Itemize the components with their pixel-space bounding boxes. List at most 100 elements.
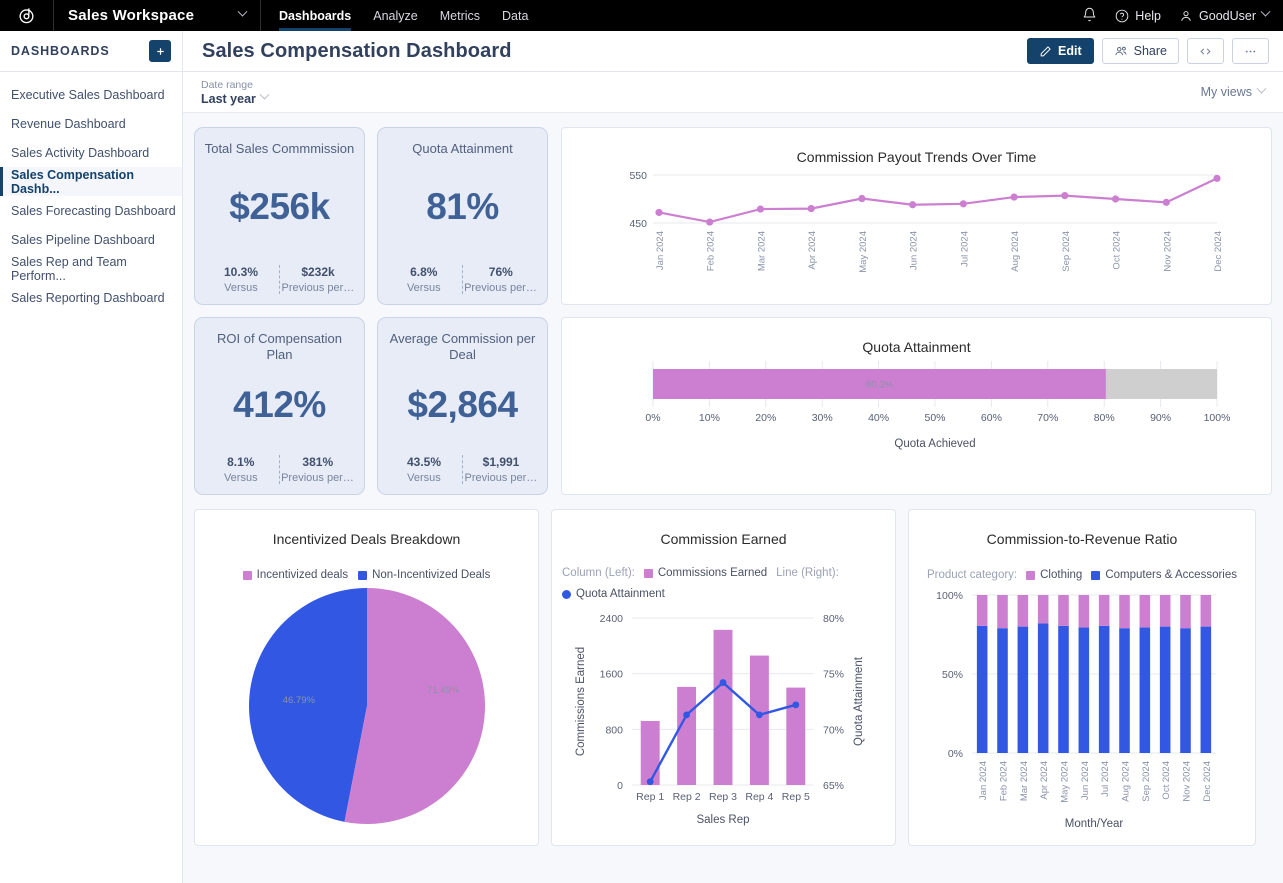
chevron-down-icon [239,10,246,21]
date-range-filter[interactable]: Date range Last year [201,79,268,106]
help-label: Help [1135,9,1161,23]
kpi-footer: 6.8% Versus 76% Previous period [386,257,539,294]
legend-item-quota-attainment[interactable]: Quota Attainment [562,588,665,600]
svg-text:Apr 2024: Apr 2024 [1039,761,1050,800]
sidebar-item-sales-reporting[interactable]: Sales Reporting Dashboard [0,283,182,312]
sidebar-item-revenue[interactable]: Revenue Dashboard [0,109,182,138]
gooddata-logo-icon [17,6,36,25]
svg-text:Commissions Earned: Commissions Earned [575,647,587,756]
dashboard-content: Date range Last year My views Total Sale… [183,72,1283,883]
svg-text:10%: 10% [698,412,719,424]
svg-text:Quota Achieved: Quota Achieved [894,438,975,450]
svg-text:Jan 2024: Jan 2024 [978,761,989,800]
kpi-title: Average Commission per Deal [386,331,539,364]
svg-text:Aug 2024: Aug 2024 [1120,761,1131,802]
svg-text:90%: 90% [1150,412,1171,424]
svg-text:Mar 2024: Mar 2024 [756,231,767,271]
kpi-row-1: Total Sales Commmission $256k 10.3% Vers… [194,127,549,305]
edit-button[interactable]: Edit [1027,38,1094,64]
notification-bell-icon[interactable] [1082,7,1097,25]
legend-item-commissions-earned[interactable]: Commissions Earned [644,567,767,579]
svg-text:100%: 100% [936,590,963,602]
sidebar-item-sales-pipeline[interactable]: Sales Pipeline Dashboard [0,225,182,254]
kpi-footer: 43.5% Versus $1,991 Previous peri... [386,447,539,484]
sidebar-item-sales-activity[interactable]: Sales Activity Dashboard [0,138,182,167]
widget-title: Incentivized Deals Breakdown [273,531,461,547]
people-icon [1114,44,1128,58]
user-menu[interactable]: GoodUser [1179,9,1269,23]
kpi-card-roi-compensation-plan[interactable]: ROI of Compensation Plan 412% 8.1% Versu… [194,317,365,495]
sidebar-item-sales-forecasting[interactable]: Sales Forecasting Dashboard [0,196,182,225]
kpi-compare: 76% Previous period [462,265,539,294]
svg-text:0%: 0% [947,748,962,760]
kpi-card-average-commission-per-deal[interactable]: Average Commission per Deal $2,864 43.5%… [377,317,548,495]
edit-label: Edit [1058,44,1082,58]
svg-text:Dec 2024: Dec 2024 [1201,761,1212,802]
right-charts-block: Commission Payout Trends Over Time 450 55… [561,127,1272,495]
share-button[interactable]: Share [1102,38,1179,64]
workspace-selector[interactable]: Sales Workspace [54,0,260,31]
svg-text:Nov 2024: Nov 2024 [1162,231,1173,272]
app-logo[interactable] [0,0,53,31]
widget-commission-earned[interactable]: Commission Earned Column (Left): Commiss… [551,509,896,846]
my-views-selector[interactable]: My views [1201,85,1265,99]
kpi-value: $2,864 [407,384,517,426]
legend-line-prefix: Line (Right): [776,567,839,579]
stacked-bar-chart: 0%50%100%Jan 2024Feb 2024Mar 2024Apr 202… [920,581,1245,831]
legend-item-non-incentivized[interactable]: Non-Incentivized Deals [358,569,490,581]
legend-item-incentivized[interactable]: Incentivized deals [243,569,348,581]
nav-item-data[interactable]: Data [502,0,528,31]
my-views-label: My views [1201,85,1252,99]
pie-chart: 46.79%71.49% [217,581,517,831]
svg-text:Jul 2024: Jul 2024 [1100,761,1111,797]
svg-text:450: 450 [629,218,647,230]
kpi-change: 6.8% Versus [386,265,462,294]
sidebar-item-sales-compensation[interactable]: Sales Compensation Dashb... [0,167,182,196]
svg-text:800: 800 [605,724,623,736]
svg-text:1600: 1600 [599,669,623,681]
combo-chart: 08001600240065%70%75%80%Rep 1Rep 2Rep 3R… [564,600,884,845]
widget-commission-payout-trends[interactable]: Commission Payout Trends Over Time 450 55… [561,127,1272,305]
svg-text:Aug 2024: Aug 2024 [1010,231,1021,272]
top-navigation-bar: Sales Workspace Dashboards Analyze Metri… [0,0,1283,31]
legend-swatch [1091,571,1100,580]
kpi-change: 10.3% Versus [203,265,279,294]
svg-text:May 2024: May 2024 [857,231,868,273]
widget-title: Commission Payout Trends Over Time [797,149,1037,165]
legend-item-clothing[interactable]: Clothing [1026,569,1082,581]
svg-text:30%: 30% [811,412,832,424]
svg-text:Dec 2024: Dec 2024 [1213,231,1224,272]
widget-incentivized-deals-breakdown[interactable]: Incentivized Deals Breakdown Incentivize… [194,509,539,846]
widget-commission-to-revenue-ratio[interactable]: Commission-to-Revenue Ratio Product cate… [908,509,1256,846]
add-dashboard-button[interactable] [149,40,171,62]
kpi-change: 43.5% Versus [386,455,462,484]
svg-text:Jun 2024: Jun 2024 [908,231,919,270]
svg-text:Quota Attainment: Quota Attainment [853,656,865,746]
kpi-value: $256k [229,186,329,228]
svg-text:0%: 0% [645,412,660,424]
svg-text:550: 550 [629,170,647,182]
widget-quota-attainment-gauge[interactable]: Quota Attainment 80.3%0%10%20%30%40%50%6… [561,317,1272,495]
legend-item-computers[interactable]: Computers & Accessories [1091,569,1237,581]
sidebar-item-executive-sales[interactable]: Executive Sales Dashboard [0,80,182,109]
user-avatar-icon [1179,9,1193,23]
nav-item-metrics[interactable]: Metrics [440,0,480,31]
svg-text:Jun 2024: Jun 2024 [1079,761,1090,800]
legend-swatch [562,590,571,599]
user-label: GoodUser [1199,9,1256,23]
more-options-button[interactable] [1232,38,1269,64]
kpi-card-total-sales-commission[interactable]: Total Sales Commmission $256k 10.3% Vers… [194,127,365,305]
svg-text:71.49%: 71.49% [427,685,460,696]
help-button[interactable]: Help [1115,9,1161,23]
svg-text:Nov 2024: Nov 2024 [1181,761,1192,802]
svg-text:75%: 75% [823,669,844,681]
plus-icon [155,46,166,57]
legend-swatch [358,571,367,580]
help-circle-icon [1115,9,1129,23]
nav-item-analyze[interactable]: Analyze [373,0,417,31]
kpi-card-quota-attainment[interactable]: Quota Attainment 81% 6.8% Versus 76% Pre… [377,127,548,305]
nav-item-dashboards[interactable]: Dashboards [279,0,351,31]
sidebar-item-sales-rep-team[interactable]: Sales Rep and Team Perform... [0,254,182,283]
svg-text:Sep 2024: Sep 2024 [1060,231,1071,272]
embed-code-button[interactable] [1187,38,1224,64]
